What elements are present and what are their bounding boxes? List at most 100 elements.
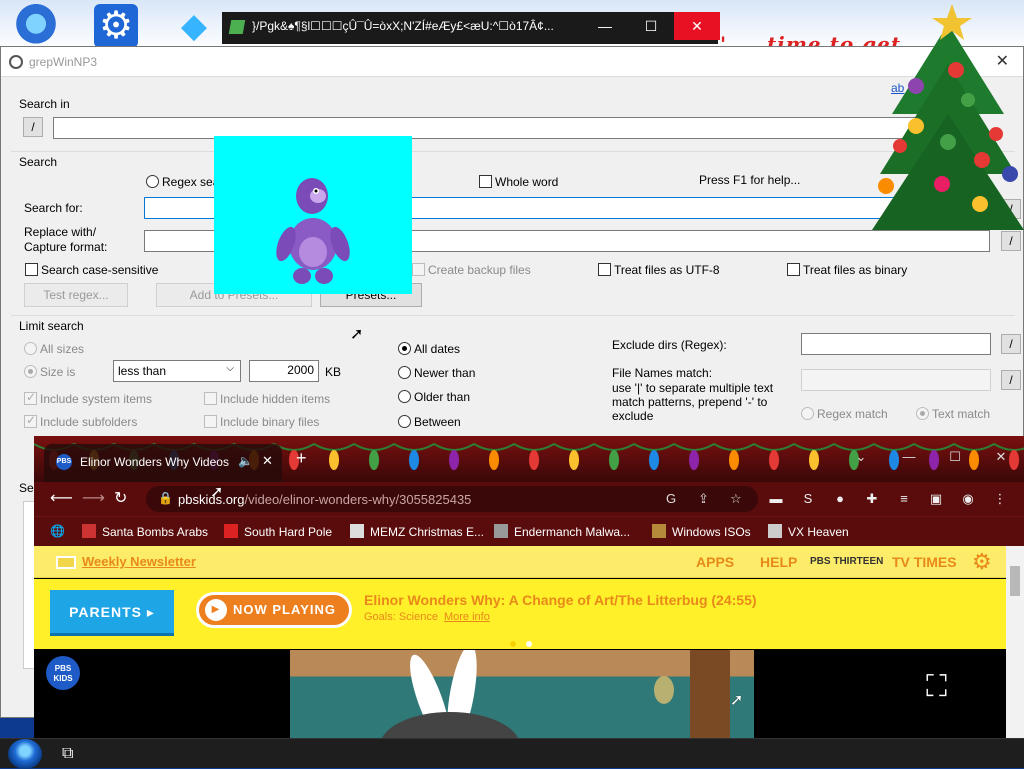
scrollbar-thumb[interactable] [1010, 566, 1020, 596]
maximize-button[interactable]: ☐ [628, 12, 674, 40]
now-playing-button[interactable]: ▶ NOW PLAYING [196, 592, 352, 628]
pbs-thirteen-logo[interactable]: PBS THIRTEEN [810, 556, 883, 567]
test-regex-button[interactable]: Test regex... [24, 283, 128, 307]
treat-binary-checkbox[interactable] [787, 263, 800, 276]
share-icon[interactable]: ⇪ [698, 491, 709, 507]
close-button[interactable]: ✕ [978, 442, 1024, 472]
create-backup-label: Create backup files [428, 263, 531, 277]
create-backup-checkbox[interactable] [412, 263, 425, 276]
video-player[interactable]: PBS KIDS ⛶ [34, 650, 1006, 738]
help-link[interactable]: HELP [760, 554, 797, 570]
google-icon[interactable]: G [666, 491, 676, 506]
bookmark-favicon-icon [224, 524, 238, 538]
browser-tab[interactable]: PBS Elinor Wonders Why Videos 🔈 ✕ [44, 444, 282, 482]
light-bulb [609, 450, 619, 470]
speaker-icon[interactable]: 🔈 [238, 454, 253, 468]
tab-search-icon[interactable]: ⌄ [838, 442, 884, 472]
size-value-input[interactable]: 2000 [249, 360, 319, 382]
older-than-radio[interactable] [398, 390, 411, 403]
video-frame[interactable] [290, 650, 754, 738]
treat-utf8-checkbox[interactable] [598, 263, 611, 276]
settings-gear-icon[interactable]: ⚙ [94, 4, 138, 48]
case-sensitive-checkbox[interactable] [25, 263, 38, 276]
bookmark-item[interactable]: South Hard Pole [224, 524, 332, 539]
include-binary-checkbox[interactable] [204, 415, 217, 428]
bookmark-item[interactable]: VX Heaven [768, 524, 849, 539]
more-info-link[interactable]: More info [444, 611, 490, 623]
apps-link[interactable]: APPS [696, 554, 734, 570]
start-button[interactable] [8, 739, 42, 769]
text-match-radio[interactable] [916, 407, 929, 420]
light-bulb [449, 450, 459, 470]
light-bulb [329, 450, 339, 470]
newer-than-label: Newer than [414, 366, 476, 380]
exclude-dirs-input[interactable] [801, 333, 991, 355]
tab-close-icon[interactable]: ✕ [262, 453, 273, 469]
newer-than-radio[interactable] [398, 366, 411, 379]
avatar-extension-icon[interactable]: ● [832, 491, 848, 507]
task-view-icon[interactable]: ⧉ [62, 745, 73, 763]
gem-icon[interactable]: ◆ [172, 4, 216, 48]
maximize-button[interactable]: ☐ [932, 442, 978, 472]
side-panel-icon[interactable]: ▣ [928, 491, 944, 507]
bookmark-label: Santa Bombs Arabs [102, 525, 209, 539]
light-bulb [529, 450, 539, 470]
robot-icon[interactable] [14, 4, 58, 48]
all-dates-radio[interactable] [398, 342, 411, 355]
size-operator-select[interactable]: less than ⌵ [113, 360, 241, 382]
media-control-icon[interactable]: ≡ [896, 491, 912, 507]
include-hidden-label: Include hidden items [220, 392, 331, 406]
minimize-button[interactable]: — [582, 12, 628, 40]
all-sizes-radio[interactable] [24, 342, 37, 355]
settings-gear-icon[interactable]: ⚙ [972, 549, 992, 575]
file-names-browse-button[interactable]: / [1001, 370, 1021, 390]
separator [11, 151, 1015, 152]
close-button[interactable]: ✕ [674, 12, 720, 40]
lock-icon: 🔒 [158, 491, 173, 505]
weekly-newsletter-link[interactable]: Weekly Newsletter [82, 554, 196, 569]
extensions-puzzle-icon[interactable]: ✚ [864, 491, 880, 507]
bookmark-item[interactable]: Windows ISOs [652, 524, 751, 539]
address-bar[interactable]: 🔒 pbskids.org/video/elinor-wonders-why/3… [146, 486, 758, 512]
mini-window-titlebar[interactable]: }/Pgk&♠¶§l☐☐☐çÛ¯Û=òxX;N'ZÍ#eÆy£<æU:^☐ò17… [222, 12, 720, 44]
bookmark-favicon-icon [350, 524, 364, 538]
regex-search-radio[interactable] [146, 175, 159, 188]
regex-match-radio[interactable] [801, 407, 814, 420]
between-radio[interactable] [398, 415, 411, 428]
menu-kebab-icon[interactable]: ⋮ [992, 491, 1008, 507]
reload-icon[interactable]: ↻ [114, 488, 127, 508]
grepwin-titlebar[interactable]: grepWinNP3 ✕ [1, 47, 1023, 77]
minimize-button[interactable]: — [886, 442, 932, 472]
exclude-dirs-browse-button[interactable]: / [1001, 334, 1021, 354]
search-in-browse-button[interactable]: / [23, 117, 43, 137]
back-arrow-icon[interactable]: ⟵ [50, 488, 73, 508]
search-for-label: Search for: [24, 201, 83, 215]
globe-icon[interactable]: 🌐 [50, 524, 65, 538]
help-hint: Press F1 for help... [699, 173, 801, 187]
include-hidden-checkbox[interactable] [204, 392, 217, 405]
bookmark-item[interactable]: MEMZ Christmas E... [350, 524, 484, 539]
parents-button[interactable]: PARENTS ▸ [50, 590, 174, 636]
new-tab-button[interactable]: + [296, 448, 307, 469]
light-bulb [729, 450, 739, 470]
forward-arrow-icon[interactable]: ⟶ [82, 488, 105, 508]
web-page: Weekly Newsletter APPS HELP PBS THIRTEEN… [34, 546, 1024, 738]
bookmark-item[interactable]: Santa Bombs Arabs [82, 524, 208, 539]
fullscreen-icon[interactable]: ⛶ [926, 670, 947, 704]
pbs-kids-logo: PBS KIDS [46, 656, 80, 690]
s-extension-icon[interactable]: S [800, 491, 816, 507]
search-in-path-input[interactable] [53, 117, 923, 139]
tv-times-link[interactable]: TV TIMES [892, 554, 957, 570]
size-is-radio[interactable] [24, 365, 37, 378]
page-scrollbar[interactable] [1006, 546, 1024, 738]
include-system-checkbox[interactable] [24, 390, 37, 405]
carousel-dots[interactable] [510, 636, 542, 650]
bookmark-star-icon[interactable]: ☆ [730, 491, 742, 507]
bonzi-buddy-overlay[interactable] [214, 136, 412, 294]
profile-icon[interactable]: ◉ [960, 491, 976, 507]
bookmark-item[interactable]: Endermanch Malwa... [494, 524, 630, 539]
file-names-input[interactable] [801, 369, 991, 391]
whole-word-checkbox[interactable] [479, 175, 492, 188]
include-subfolders-checkbox[interactable] [24, 413, 37, 428]
flag-extension-icon[interactable]: ▬ [768, 491, 784, 507]
